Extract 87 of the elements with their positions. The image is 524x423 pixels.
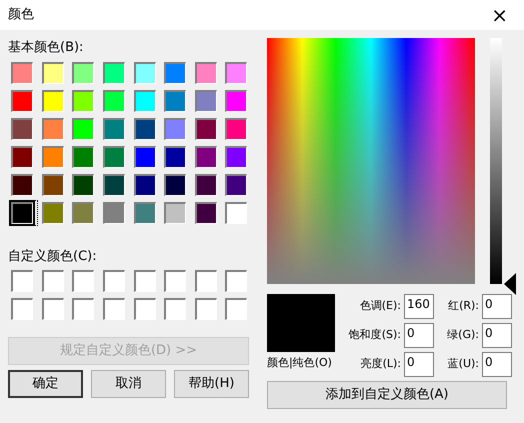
color-swatch[interactable] (72, 90, 94, 112)
add-to-custom-colors-button[interactable]: 添加到自定义颜色(A) (267, 381, 507, 409)
color-swatch[interactable] (11, 90, 33, 112)
section-label: 基本颜色(B): (8, 39, 84, 56)
field-label: 亮度(L): (360, 356, 401, 372)
dialog-button[interactable]: 取消 (91, 370, 166, 398)
color-swatch[interactable] (72, 174, 94, 196)
color-swatch[interactable] (42, 298, 64, 320)
color-swatch[interactable] (225, 90, 248, 112)
section-label: 自定义颜色(C): (8, 248, 98, 265)
color-swatch[interactable] (164, 270, 186, 292)
color-swatch[interactable] (134, 298, 156, 320)
color-swatch[interactable] (11, 62, 33, 84)
field-label: 色调(E): (358, 298, 401, 314)
color-swatch[interactable] (164, 90, 186, 112)
color-swatch[interactable] (102, 90, 125, 112)
color-swatch[interactable] (134, 202, 156, 224)
color-swatch[interactable] (102, 298, 125, 320)
input-field[interactable]: 0 (482, 294, 512, 319)
color-swatch[interactable] (72, 202, 94, 224)
color-swatch[interactable] (134, 146, 156, 168)
color-swatch[interactable] (164, 298, 186, 320)
color-swatch[interactable] (194, 118, 217, 140)
color-swatch[interactable] (225, 298, 248, 320)
color-swatch[interactable] (42, 146, 64, 168)
color-swatch[interactable] (164, 146, 186, 168)
color-swatch[interactable] (11, 202, 33, 224)
color-swatch[interactable] (194, 90, 217, 112)
color-swatch[interactable] (225, 118, 248, 140)
color-swatch[interactable] (102, 62, 125, 84)
color-swatch[interactable] (164, 202, 186, 224)
color-swatch[interactable] (72, 118, 94, 140)
color-swatch[interactable] (194, 270, 217, 292)
input-field[interactable]: 0 (404, 323, 434, 348)
color-swatch[interactable] (194, 298, 217, 320)
color-swatch[interactable] (102, 270, 125, 292)
input-field[interactable]: 0 (404, 352, 434, 377)
color-swatch[interactable] (225, 62, 248, 84)
luminance-bar-drawing[interactable] (490, 38, 502, 284)
input-field[interactable]: 160 (404, 294, 434, 319)
color-swatch[interactable] (134, 118, 156, 140)
color-swatch[interactable] (42, 202, 64, 224)
color-swatch[interactable] (194, 146, 217, 168)
dialog-button[interactable]: 确定 (8, 370, 83, 398)
color-swatch[interactable] (11, 118, 33, 140)
color-swatch[interactable] (42, 174, 64, 196)
preview-label: 颜色|纯色(O) (267, 355, 333, 371)
window-title: 颜色 (8, 6, 34, 24)
color-swatch[interactable] (194, 202, 217, 224)
color-swatch[interactable] (72, 270, 94, 292)
color-swatch[interactable] (72, 146, 94, 168)
color-swatch[interactable] (11, 146, 33, 168)
color-swatch[interactable] (194, 62, 217, 84)
color-swatch[interactable] (225, 270, 248, 292)
color-swatch[interactable] (72, 298, 94, 320)
color-swatch[interactable] (134, 174, 156, 196)
color-swatch[interactable] (134, 270, 156, 292)
input-field[interactable]: 0 (482, 323, 512, 348)
color-swatch[interactable] (42, 270, 64, 292)
color-swatch[interactable] (102, 118, 125, 140)
color-swatch[interactable] (102, 202, 125, 224)
color-swatch[interactable] (225, 174, 248, 196)
color-swatch[interactable] (11, 270, 33, 292)
color-swatch[interactable] (72, 62, 94, 84)
color-swatch[interactable] (102, 146, 125, 168)
color-swatch[interactable] (42, 118, 64, 140)
color-swatch[interactable] (42, 62, 64, 84)
color-swatch[interactable] (134, 90, 156, 112)
field-label: 饱和度(S): (348, 327, 401, 344)
field-label: 红(R): (447, 298, 479, 314)
color-swatch[interactable] (164, 118, 186, 140)
pointer-icon[interactable] (504, 273, 516, 295)
color-swatch[interactable] (225, 202, 248, 224)
color-swatch[interactable] (11, 298, 33, 320)
color-swatch[interactable] (134, 62, 156, 84)
color-swatch[interactable] (11, 174, 33, 196)
color-swatch[interactable] (194, 174, 217, 196)
field-label: 蓝(U): (446, 356, 479, 372)
field-label: 绿(G): (446, 327, 479, 344)
input-field[interactable]: 0 (482, 352, 512, 377)
color-swatch[interactable] (42, 90, 64, 112)
color-swatch[interactable] (164, 174, 186, 196)
color-swatch[interactable] (164, 62, 186, 84)
color-swatch[interactable] (102, 174, 125, 196)
dialog-button[interactable]: 帮助(H) (174, 370, 249, 398)
color-swatch[interactable] (225, 146, 248, 168)
close-button[interactable]: × (483, 5, 516, 25)
